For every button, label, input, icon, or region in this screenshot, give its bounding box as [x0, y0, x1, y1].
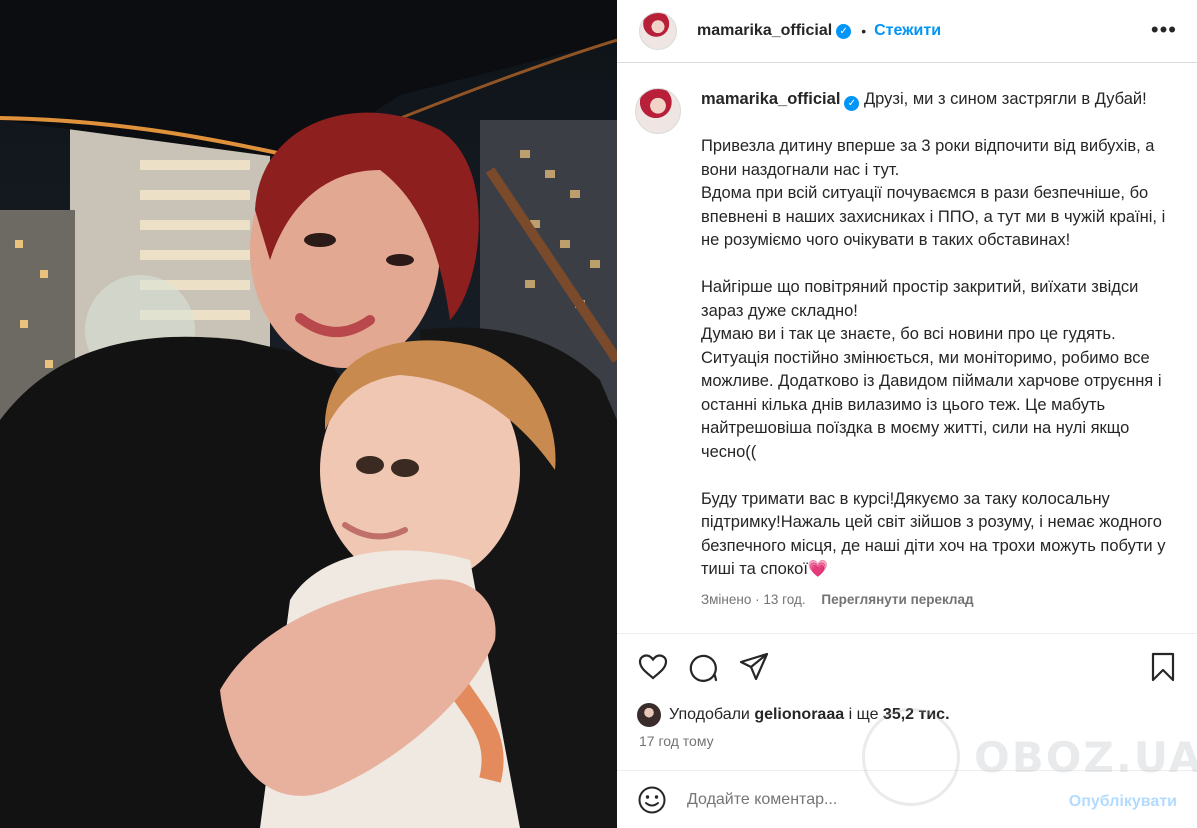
like-heart-icon[interactable]: [637, 651, 669, 683]
follow-button[interactable]: Стежити: [874, 22, 941, 40]
save-bookmark-icon[interactable]: [1147, 651, 1179, 683]
caption-verified-badge-icon: ✓: [844, 96, 860, 112]
verified-badge-icon: ✓: [836, 23, 852, 39]
post-timestamp: 17 год тому: [639, 733, 714, 749]
edited-label: Змінено: [701, 591, 752, 607]
share-icon[interactable]: [738, 651, 770, 683]
post-panel: mamarika_official ✓ • Стежити ••• mamari…: [617, 0, 1197, 828]
caption-text: Друзі, ми з сином застрягли в Дубай! При…: [701, 90, 1166, 578]
author-avatar[interactable]: [639, 12, 677, 50]
publish-button[interactable]: Опублікувати: [1069, 793, 1177, 811]
author-username[interactable]: mamarika_official: [697, 22, 832, 40]
more-options-icon[interactable]: •••: [1151, 19, 1177, 41]
likes-prefix: Уподобали: [669, 706, 750, 723]
see-translation-link[interactable]: Переглянути переклад: [821, 592, 973, 607]
comment-bar: Опублікувати: [617, 770, 1197, 828]
liker-avatar[interactable]: [637, 703, 661, 727]
photo-illustration: [0, 0, 617, 828]
caption-meta: Змінено · 13 год. Переглянути переклад: [701, 592, 1169, 607]
post-header: mamarika_official ✓ • Стежити •••: [617, 0, 1197, 63]
emoji-icon[interactable]: [637, 785, 667, 815]
comment-input[interactable]: [687, 790, 1047, 809]
likes-count[interactable]: 35,2 тис.: [883, 706, 950, 724]
caption-username[interactable]: mamarika_official: [701, 90, 840, 108]
likes-summary: Уподобали gelionoraaa і ще 35,2 тис.: [637, 703, 950, 727]
post-photo[interactable]: [0, 0, 617, 828]
post-caption: mamarika_official ✓ Друзі, ми з сином зас…: [701, 88, 1169, 582]
action-bar: [637, 651, 1179, 683]
caption-area: mamarika_official ✓ Друзі, ми з сином зас…: [617, 64, 1197, 634]
likes-middle: і ще: [848, 706, 879, 723]
separator-dot: •: [861, 23, 867, 39]
liker-username[interactable]: gelionoraaa: [754, 706, 844, 724]
comment-icon[interactable]: [687, 651, 719, 683]
caption-author-avatar[interactable]: [635, 88, 681, 134]
edited-time: 13 год.: [763, 591, 806, 607]
